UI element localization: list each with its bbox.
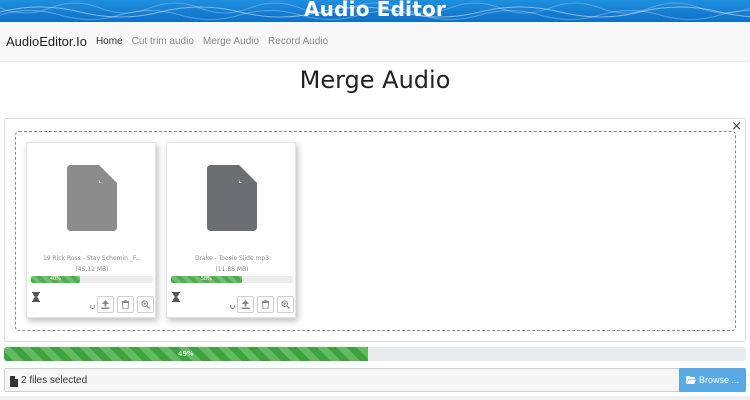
upload-icon bbox=[101, 300, 110, 309]
app-page: Audio Editor AudioEditor.Io Home Cut tri… bbox=[0, 0, 750, 400]
upload-icon bbox=[241, 300, 250, 309]
browse-label: Browse ... bbox=[698, 375, 739, 385]
bottom-divider bbox=[0, 396, 750, 400]
drop-zone[interactable]: 19 Rick Ross - Stay Schemin _F... (45.12… bbox=[15, 131, 736, 331]
delete-button[interactable] bbox=[257, 296, 274, 313]
page-title: Merge Audio bbox=[299, 66, 451, 94]
nav-cut-trim-audio[interactable]: Cut trim audio bbox=[132, 36, 194, 47]
loading-spinner-icon bbox=[230, 304, 235, 309]
trash-icon bbox=[122, 300, 129, 309]
file-progress-fill: 40% bbox=[31, 276, 80, 283]
file-progress-bar: 58% bbox=[171, 276, 293, 283]
nav-home[interactable]: Home bbox=[96, 36, 123, 47]
zoom-icon bbox=[281, 300, 290, 309]
file-card: Drake - Toosie Slide.mp3 (11.88 MB) 58% bbox=[166, 142, 296, 318]
zoom-button[interactable] bbox=[137, 296, 154, 313]
nav-merge-audio[interactable]: Merge Audio bbox=[203, 36, 259, 47]
navbar: AudioEditor.Io Home Cut trim audio Merge… bbox=[0, 22, 750, 62]
upload-button[interactable] bbox=[237, 296, 254, 313]
file-size: (11.88 MB) bbox=[215, 266, 249, 273]
files-selected-text: 2 files selected bbox=[21, 375, 88, 386]
file-progress-bar: 40% bbox=[31, 276, 153, 283]
browse-button[interactable]: Browse ... bbox=[679, 368, 746, 392]
file-icon bbox=[67, 165, 117, 236]
file-name: 19 Rick Ross - Stay Schemin _F... bbox=[42, 255, 142, 262]
brand-link[interactable]: AudioEditor.Io bbox=[6, 34, 87, 49]
file-name: Drake - Toosie Slide.mp3 bbox=[194, 255, 270, 262]
file-input-caption[interactable]: 2 files selected Browse ... bbox=[4, 368, 746, 392]
zoom-button[interactable] bbox=[277, 296, 294, 313]
trash-icon bbox=[262, 300, 269, 309]
delete-button[interactable] bbox=[117, 296, 134, 313]
overall-progress-fill: 49% bbox=[4, 347, 368, 361]
hourglass-icon bbox=[32, 289, 40, 307]
upload-panel: × 19 Rick Ross - Stay Schemin _F... (45.… bbox=[4, 118, 746, 342]
overall-progress-bar: 49% bbox=[4, 347, 746, 361]
folder-open-icon bbox=[685, 376, 696, 384]
file-icon bbox=[207, 165, 257, 236]
file-icon bbox=[10, 374, 18, 392]
file-size: (45.12 MB) bbox=[75, 266, 109, 273]
banner: Audio Editor bbox=[0, 0, 750, 22]
loading-spinner-icon bbox=[90, 304, 95, 309]
hourglass-icon bbox=[172, 289, 180, 307]
upload-button[interactable] bbox=[97, 296, 114, 313]
file-progress-fill: 58% bbox=[171, 276, 242, 283]
zoom-icon bbox=[141, 300, 150, 309]
file-card: 19 Rick Ross - Stay Schemin _F... (45.12… bbox=[26, 142, 156, 318]
nav-record-audio[interactable]: Record Audio bbox=[268, 36, 328, 47]
banner-title: Audio Editor bbox=[304, 0, 446, 21]
